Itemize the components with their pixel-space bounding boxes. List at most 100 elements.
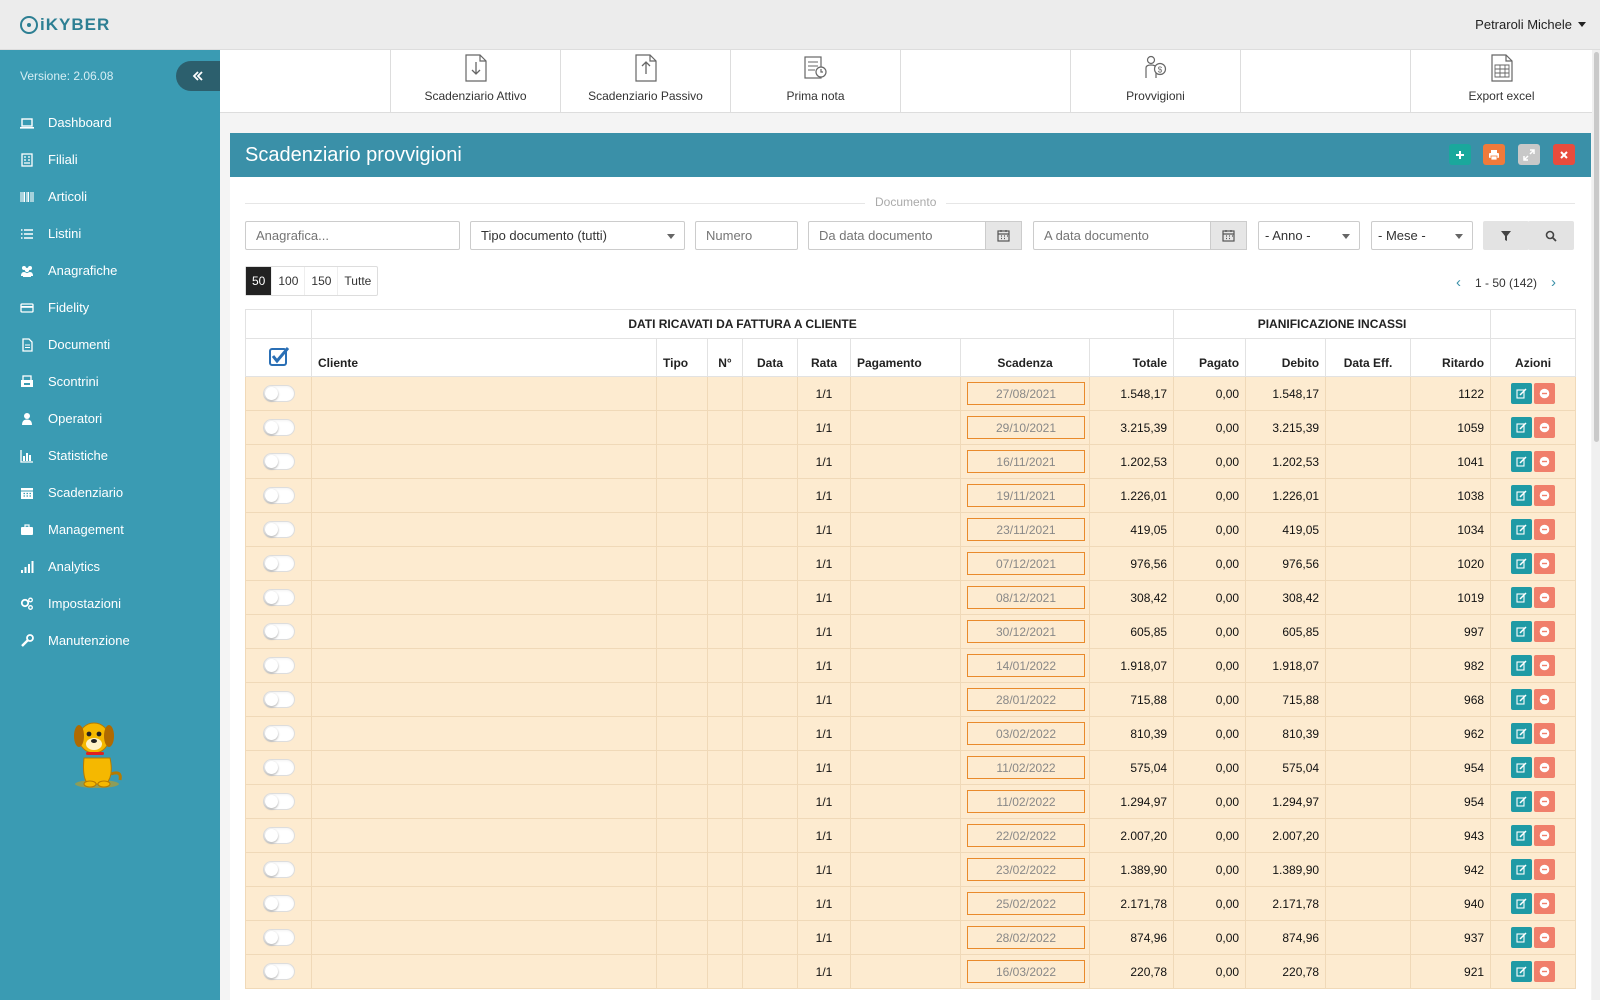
row-select-toggle[interactable] [263,555,295,572]
print-button[interactable] [1483,144,1505,165]
col-totale[interactable]: Totale [1088,338,1175,377]
anno-select[interactable]: - Anno - [1258,221,1360,250]
filter-button[interactable] [1483,221,1529,250]
row-select-toggle[interactable] [263,657,295,674]
row-select-toggle[interactable] [263,521,295,538]
scadenza-date-input[interactable]: 22/02/2022 [967,824,1085,847]
delete-button[interactable] [1534,621,1556,642]
delete-button[interactable] [1534,961,1556,982]
scadenza-date-input[interactable]: 29/10/2021 [967,416,1085,439]
sidebar-item-filiali[interactable]: Filiali [0,141,220,178]
row-select-toggle[interactable] [263,861,295,878]
add-button[interactable] [1449,144,1471,165]
scadenza-date-input[interactable]: 07/12/2021 [967,552,1085,575]
delete-button[interactable] [1534,825,1556,846]
checkbox-checked-icon[interactable] [268,345,290,367]
sidebar-item-scadenziario[interactable]: Scadenziario [0,474,220,511]
scadenza-date-input[interactable]: 08/12/2021 [967,586,1085,609]
page-size-100[interactable]: 100 [272,267,306,295]
da-data-input[interactable] [808,221,986,250]
delete-button[interactable] [1534,451,1556,472]
delete-button[interactable] [1534,757,1556,778]
col-tipo[interactable]: Tipo [656,338,708,377]
sidebar-item-fidelity[interactable]: Fidelity [0,289,220,326]
row-select-toggle[interactable] [263,419,295,436]
expand-button[interactable] [1518,144,1540,165]
toolbar-scadenziario-attivo-button[interactable]: Scadenziario Attivo [390,50,560,112]
scadenza-date-input[interactable]: 16/11/2021 [967,450,1085,473]
page-scrollbar[interactable] [1592,50,1600,1000]
toolbar-export-excel-button[interactable]: Export excel [1410,50,1592,112]
col-rata[interactable]: Rata [797,338,851,377]
scadenza-date-input[interactable]: 23/02/2022 [967,858,1085,881]
toolbar-scadenziario-passivo-button[interactable]: Scadenziario Passivo [560,50,730,112]
row-select-toggle[interactable] [263,963,295,980]
delete-button[interactable] [1534,723,1556,744]
row-select-toggle[interactable] [263,793,295,810]
scadenza-date-input[interactable]: 28/02/2022 [967,926,1085,949]
scadenza-date-input[interactable]: 28/01/2022 [967,688,1085,711]
scadenza-date-input[interactable]: 30/12/2021 [967,620,1085,643]
col-debito[interactable]: Debito [1245,338,1327,377]
row-select-toggle[interactable] [263,623,295,640]
sidebar-item-documenti[interactable]: Documenti [0,326,220,363]
edit-button[interactable] [1511,689,1533,710]
sidebar-item-statistiche[interactable]: Statistiche [0,437,220,474]
sidebar-item-manutenzione[interactable]: Manutenzione [0,622,220,659]
scadenza-date-input[interactable]: 19/11/2021 [967,484,1085,507]
sidebar-collapse-button[interactable] [176,61,220,91]
scadenza-date-input[interactable]: 11/02/2022 [967,790,1085,813]
edit-button[interactable] [1511,451,1533,472]
sidebar-item-management[interactable]: Management [0,511,220,548]
col-ritardo[interactable]: Ritardo [1410,338,1492,377]
edit-button[interactable] [1511,893,1533,914]
edit-button[interactable] [1511,655,1533,676]
col-scadenza[interactable]: Scadenza [960,338,1090,377]
page-size-50[interactable]: 50 [246,267,273,295]
select-all-header[interactable] [245,338,312,377]
col-pagato[interactable]: Pagato [1173,338,1247,377]
edit-button[interactable] [1511,553,1533,574]
sidebar-item-impostazioni[interactable]: Impostazioni [0,585,220,622]
row-select-toggle[interactable] [263,929,295,946]
delete-button[interactable] [1534,791,1556,812]
toolbar-provvigioni-button[interactable]: $ Provvigioni [1070,50,1240,112]
delete-button[interactable] [1534,519,1556,540]
a-data-calendar-button[interactable] [1210,221,1247,250]
sidebar-item-operatori[interactable]: Operatori [0,400,220,437]
delete-button[interactable] [1534,927,1556,948]
scadenza-date-input[interactable]: 27/08/2021 [967,382,1085,405]
col-cliente[interactable]: Cliente [311,338,657,377]
row-select-toggle[interactable] [263,827,295,844]
delete-button[interactable] [1534,689,1556,710]
toolbar-prima-nota-button[interactable]: Prima nota [730,50,900,112]
row-select-toggle[interactable] [263,487,295,504]
next-page-button[interactable]: › [1551,274,1556,291]
col-pagamento[interactable]: Pagamento [850,338,961,377]
row-select-toggle[interactable] [263,589,295,606]
scadenza-date-input[interactable]: 23/11/2021 [967,518,1085,541]
scadenza-date-input[interactable]: 25/02/2022 [967,892,1085,915]
edit-button[interactable] [1511,383,1533,404]
row-select-toggle[interactable] [263,725,295,742]
edit-button[interactable] [1511,859,1533,880]
scadenza-date-input[interactable]: 14/01/2022 [967,654,1085,677]
edit-button[interactable] [1511,621,1533,642]
row-select-toggle[interactable] [263,385,295,402]
close-button[interactable] [1553,144,1575,165]
edit-button[interactable] [1511,791,1533,812]
delete-button[interactable] [1534,485,1556,506]
scadenza-date-input[interactable]: 16/03/2022 [967,960,1085,983]
scadenza-date-input[interactable]: 03/02/2022 [967,722,1085,745]
anagrafica-input[interactable] [245,221,460,250]
edit-button[interactable] [1511,519,1533,540]
row-select-toggle[interactable] [263,895,295,912]
sidebar-item-analytics[interactable]: Analytics [0,548,220,585]
delete-button[interactable] [1534,553,1556,574]
app-logo[interactable]: iKYBER [20,13,110,37]
a-data-input[interactable] [1033,221,1211,250]
search-button[interactable] [1528,221,1574,250]
row-select-toggle[interactable] [263,691,295,708]
edit-button[interactable] [1511,485,1533,506]
page-size-tutte[interactable]: Tutte [338,267,377,295]
